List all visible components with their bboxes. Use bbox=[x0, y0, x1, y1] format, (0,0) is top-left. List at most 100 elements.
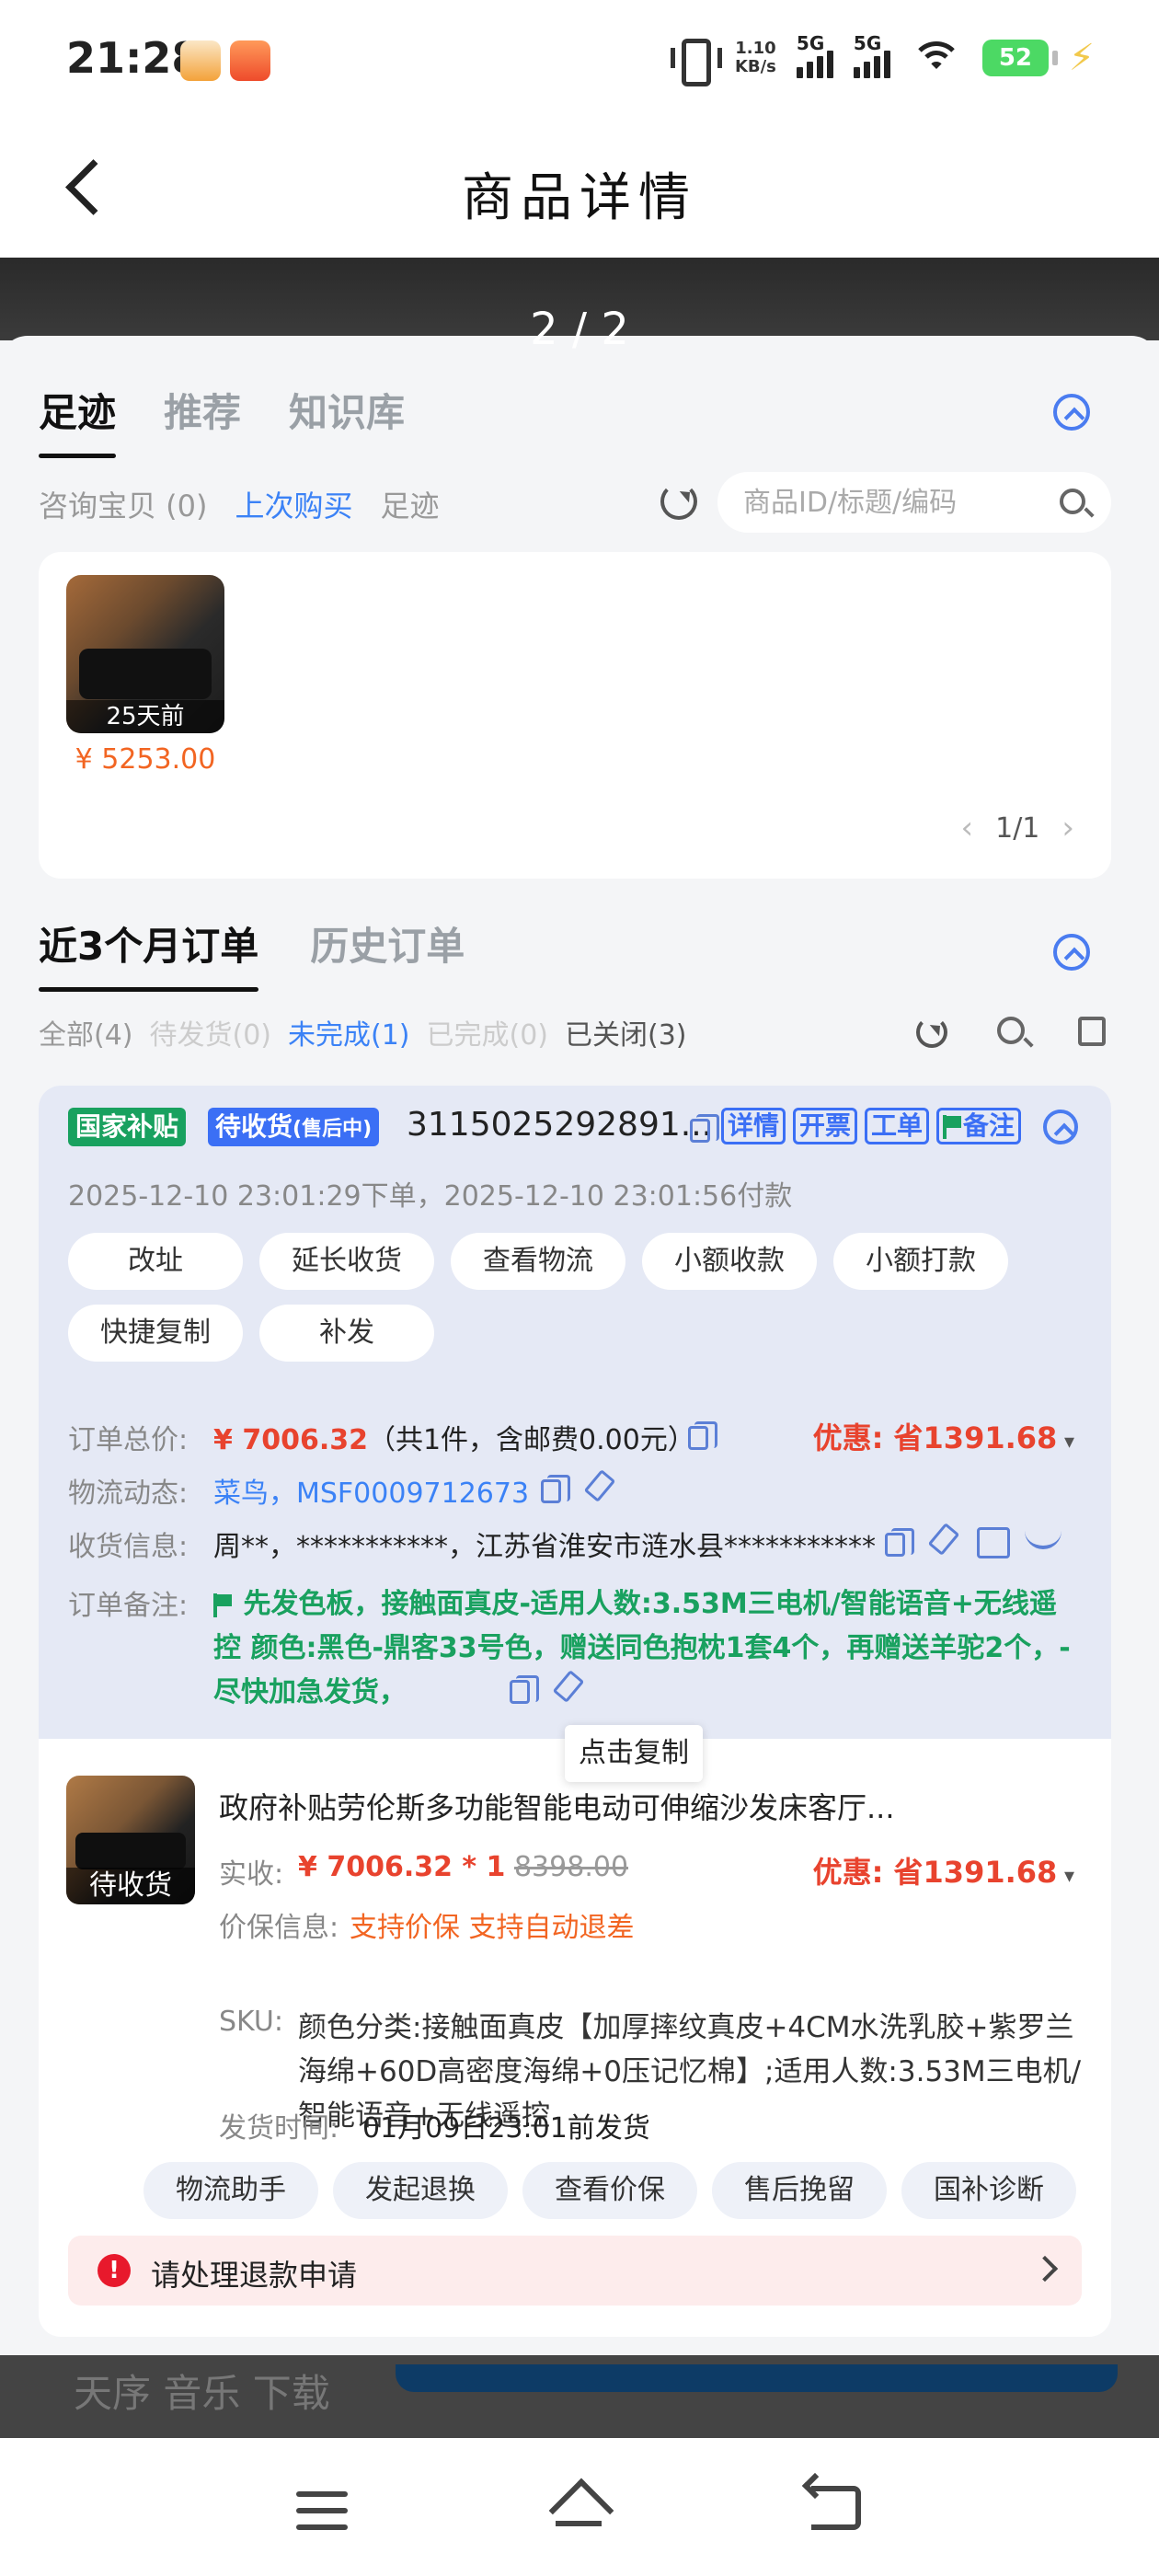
system-nav-bar bbox=[0, 2438, 1159, 2576]
discount-dropdown[interactable]: 优惠: 省1391.68 bbox=[813, 1415, 1074, 1457]
detail-button[interactable]: 详情 bbox=[721, 1108, 786, 1144]
filter-last-purchase[interactable]: 上次购买 bbox=[235, 483, 353, 525]
address-value: 周**，***********，江苏省淮安市涟水县*********** bbox=[213, 1531, 876, 1563]
network-speed: 1.10 KB/s bbox=[734, 39, 776, 76]
refresh-icon[interactable] bbox=[916, 1017, 947, 1048]
app-header: 商品详情 bbox=[0, 120, 1159, 258]
page-title: 商品详情 bbox=[462, 168, 697, 228]
tab-footprint[interactable]: 足迹 bbox=[39, 382, 117, 458]
remark-label: 订单备注: bbox=[68, 1590, 189, 1622]
collapse-up-icon[interactable] bbox=[1043, 1110, 1078, 1144]
product-thumbnail[interactable]: 25天前 bbox=[66, 575, 224, 733]
edit-icon[interactable] bbox=[583, 1469, 616, 1502]
address-label: 收货信息: bbox=[68, 1531, 189, 1563]
reissue-button[interactable]: 补发 bbox=[259, 1305, 434, 1362]
filter-all[interactable]: 全部(4) bbox=[39, 1012, 133, 1052]
sofa-image bbox=[75, 1833, 186, 1869]
app-notification-icon bbox=[180, 40, 221, 81]
product-discount-dropdown[interactable]: 优惠: 省1391.68 bbox=[813, 1849, 1074, 1892]
eye-closed-icon[interactable] bbox=[1025, 1531, 1061, 1549]
battery-icon: 52 bbox=[981, 40, 1058, 76]
logistics-label: 物流动态: bbox=[68, 1478, 189, 1510]
background-text: 天序 音乐 下载 bbox=[74, 2371, 330, 2416]
tab-history-orders[interactable]: 历史订单 bbox=[310, 915, 465, 981]
page-indicator: 1/1 bbox=[995, 811, 1040, 845]
signal-icon: 5G bbox=[853, 32, 890, 78]
status-icons: 1.10 KB/s 5G 5G 52 ⚡ bbox=[669, 32, 1095, 86]
order-time: 2025-12-10 23:01:29下单，2025-12-10 23:01:5… bbox=[68, 1180, 793, 1213]
tab-recommend[interactable]: 推荐 bbox=[164, 382, 241, 447]
protect-value: 支持价保 支持自动退差 bbox=[350, 1912, 635, 1944]
ticket-button[interactable]: 工单 bbox=[865, 1108, 930, 1144]
charging-bolt-icon: ⚡ bbox=[1068, 37, 1095, 79]
change-address-button[interactable]: 改址 bbox=[68, 1233, 243, 1290]
refresh-icon[interactable] bbox=[660, 483, 697, 520]
view-price-protect-button[interactable]: 查看价保 bbox=[522, 2162, 697, 2219]
small-pay-button[interactable]: 小额打款 bbox=[833, 1233, 1008, 1290]
ship-value: 01月09日23:01前发货 bbox=[362, 2112, 650, 2145]
aftersale-retain-button[interactable]: 售后挽留 bbox=[712, 2162, 887, 2219]
home-icon[interactable] bbox=[548, 2482, 609, 2534]
wifi-icon bbox=[910, 38, 962, 78]
filter-complete[interactable]: 已完成(0) bbox=[427, 1012, 549, 1052]
subsidy-diagnose-button[interactable]: 国补诊断 bbox=[901, 2162, 1076, 2219]
background-button bbox=[396, 2364, 1118, 2392]
product-title[interactable]: 政府补贴劳伦斯多功能智能电动可伸缩沙发床客厅... bbox=[219, 1785, 1074, 1827]
product-price: ¥ 5253.00 bbox=[75, 743, 216, 776]
filter-pending-ship[interactable]: 待发货(0) bbox=[150, 1012, 272, 1052]
tab-knowledge[interactable]: 知识库 bbox=[289, 382, 405, 447]
copy-icon[interactable] bbox=[885, 1528, 914, 1557]
alert-icon: ! bbox=[98, 2254, 131, 2287]
collapse-up-icon[interactable] bbox=[1053, 934, 1090, 971]
initiate-return-button[interactable]: 发起退换 bbox=[333, 2162, 508, 2219]
filter-footprint[interactable]: 足迹 bbox=[381, 483, 440, 525]
list-icon[interactable] bbox=[1078, 1017, 1106, 1046]
menu-icon[interactable] bbox=[296, 2491, 348, 2530]
remark-button[interactable]: 备注 bbox=[936, 1108, 1022, 1144]
image-counter: 2 / 2 bbox=[530, 304, 629, 355]
order-status-filters: 全部(4) 待发货(0) 未完成(1) 已完成(0) 已关闭(3) bbox=[39, 1012, 687, 1052]
logistics-link[interactable]: 菜鸟，MSF0009712673 bbox=[213, 1470, 529, 1511]
protect-label: 价保信息: bbox=[219, 1912, 339, 1944]
status-bar: 21:28 1.10 KB/s 5G 5G 52 ⚡ bbox=[0, 0, 1159, 120]
product-thumbnail[interactable]: 待收货 bbox=[66, 1776, 195, 1904]
view-logistics-button[interactable]: 查看物流 bbox=[451, 1233, 625, 1290]
small-collect-button[interactable]: 小额收款 bbox=[642, 1233, 817, 1290]
flag-icon bbox=[943, 1115, 961, 1139]
extend-receipt-button[interactable]: 延长收货 bbox=[259, 1233, 434, 1290]
search-icon[interactable] bbox=[1060, 489, 1085, 514]
order-card: 国家补贴 待收货(售后中) 3115025292891... 详情 开票 工单 … bbox=[39, 1086, 1111, 2337]
invoice-button[interactable]: 开票 bbox=[793, 1108, 858, 1144]
decrypt-icon[interactable] bbox=[977, 1527, 1010, 1558]
order-summary: 国家补贴 待收货(售后中) 3115025292891... 详情 开票 工单 … bbox=[39, 1086, 1111, 1739]
footprint-card: 25天前 ¥ 5253.00 ‹ 1/1 › bbox=[39, 552, 1111, 879]
refund-alert-text: 请处理退款申请 bbox=[151, 2258, 358, 2293]
paid-label: 实收: bbox=[219, 1858, 284, 1891]
filter-incomplete[interactable]: 未完成(1) bbox=[288, 1012, 410, 1052]
copy-tooltip[interactable]: 点击复制 bbox=[565, 1725, 703, 1782]
assistant-panel: 足迹 推荐 知识库 咨询宝贝 (0) 上次购买 足迹 25天前 ¥ 5253.0… bbox=[0, 336, 1159, 2355]
logistics-assistant-button[interactable]: 物流助手 bbox=[143, 2162, 318, 2219]
filter-consult[interactable]: 咨询宝贝 (0) bbox=[39, 483, 208, 525]
chevron-left-icon[interactable]: ‹ bbox=[961, 810, 974, 846]
copy-icon[interactable] bbox=[541, 1475, 570, 1503]
copy-icon[interactable] bbox=[690, 1114, 719, 1143]
copy-icon[interactable] bbox=[510, 1675, 539, 1704]
collapse-up-icon[interactable] bbox=[1053, 394, 1090, 431]
tab-recent-orders[interactable]: 近3个月订单 bbox=[39, 915, 259, 992]
status-tag: 待收货(售后中) bbox=[208, 1108, 380, 1146]
search-box[interactable] bbox=[717, 472, 1111, 533]
back-icon[interactable] bbox=[811, 2486, 861, 2530]
search-input[interactable] bbox=[743, 481, 1047, 523]
edit-icon[interactable] bbox=[927, 1523, 960, 1556]
quick-copy-button[interactable]: 快捷复制 bbox=[68, 1305, 243, 1362]
refund-alert[interactable]: ! 请处理退款申请 bbox=[68, 2236, 1082, 2306]
copy-icon[interactable] bbox=[688, 1421, 717, 1450]
search-icon[interactable] bbox=[997, 1017, 1025, 1044]
ship-label: 发货时间: bbox=[219, 2112, 339, 2145]
filter-closed[interactable]: 已关闭(3) bbox=[565, 1012, 687, 1052]
chevron-right-icon[interactable]: › bbox=[1061, 810, 1074, 846]
subsidy-tag: 国家补贴 bbox=[68, 1108, 187, 1146]
total-value: ¥ 7006.32（共1件，含邮费0.00元） bbox=[213, 1424, 695, 1456]
time-ago-badge: 25天前 bbox=[66, 700, 224, 733]
